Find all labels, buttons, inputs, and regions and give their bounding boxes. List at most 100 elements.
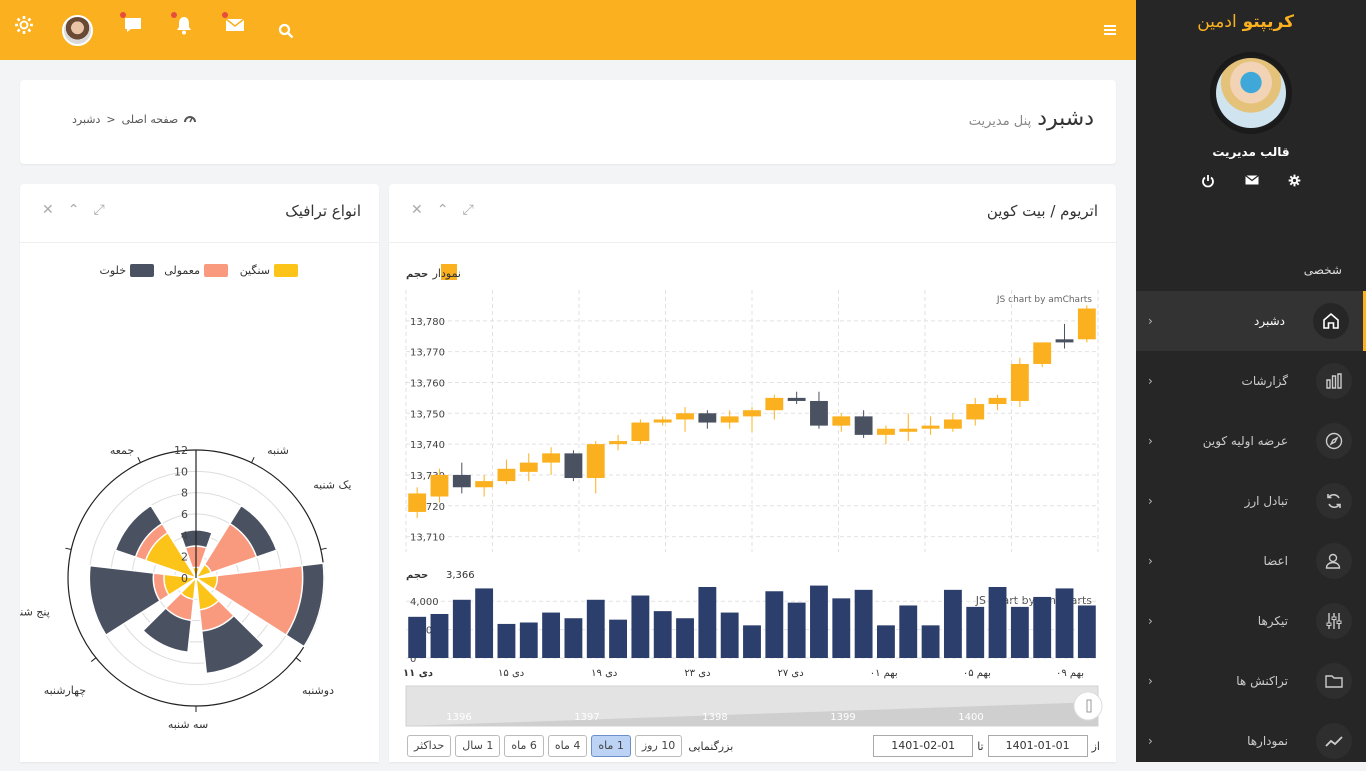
candle-body xyxy=(810,400,828,426)
expand-icon[interactable]: ⤢ xyxy=(93,202,104,218)
radar-tick-label: 0 xyxy=(181,572,188,585)
candle-body xyxy=(787,397,806,401)
volume-label: حجم xyxy=(406,570,428,581)
volume-bar xyxy=(586,599,605,658)
top-bar xyxy=(0,0,1136,60)
sidebar-item-dashboard[interactable]: › دشبرد xyxy=(1136,291,1366,351)
profile-avatar[interactable] xyxy=(1210,52,1292,134)
mail-icon[interactable] xyxy=(222,12,246,36)
breadcrumb-home[interactable]: صفحه اصلی xyxy=(122,113,179,127)
candle-body xyxy=(497,468,516,482)
to-label: تا xyxy=(977,739,984,753)
volume-bar xyxy=(676,618,694,658)
y-tick-label: 13,780 xyxy=(410,317,445,328)
close-icon[interactable]: ✕ xyxy=(42,202,54,218)
gear-icon[interactable] xyxy=(1288,174,1301,192)
brand-logo[interactable]: کریپتو ادمین xyxy=(1197,12,1294,32)
x-tick-label: دی ۱۵ xyxy=(498,668,524,679)
sidebar-item-ico[interactable]: › عرضه اولیه کوین xyxy=(1136,411,1366,471)
collapse-icon[interactable]: ⌃ xyxy=(437,202,449,218)
candle-body xyxy=(653,419,672,423)
legend-label: خلوت xyxy=(100,264,126,277)
candle-body xyxy=(1077,308,1096,340)
radar-tick-label: 12 xyxy=(174,444,188,457)
x-tick-label: دی ۱۹ xyxy=(591,668,617,679)
candle-body xyxy=(877,428,895,435)
chevron-right-icon: › xyxy=(1148,374,1153,388)
sidebar-item-members[interactable]: › اعضا xyxy=(1136,531,1366,591)
zoom-button[interactable]: 10 روز xyxy=(634,735,683,757)
radar-tick-label: 8 xyxy=(181,487,188,500)
chat-icon[interactable] xyxy=(120,12,144,36)
menu-icon[interactable] xyxy=(1099,19,1121,41)
volume-tick-label: 4,000 xyxy=(410,597,439,608)
collapse-icon[interactable]: ⌃ xyxy=(68,202,80,218)
volume-bar xyxy=(765,591,784,658)
zoom-button[interactable]: 6 ماه xyxy=(504,735,544,757)
zoom-button[interactable]: حداکثر xyxy=(407,735,452,757)
expand-icon[interactable]: ⤢ xyxy=(462,202,473,218)
volume-bar xyxy=(408,616,427,658)
chevron-right-icon: › xyxy=(1148,434,1153,448)
mail-icon[interactable] xyxy=(1244,174,1259,192)
gear-icon[interactable] xyxy=(13,14,35,36)
y-tick-label: 13,750 xyxy=(410,409,445,420)
volume-bar xyxy=(1033,596,1052,658)
scrollbar-year: 1398 xyxy=(702,712,727,723)
legend-label: سنگین xyxy=(240,264,270,277)
sidebar: کریپتو ادمین قالب مدیریت شخصی › دشبرد › … xyxy=(1136,0,1366,762)
radar-category-label: یک شنبه xyxy=(313,478,351,491)
zoom-button[interactable]: 1 ماه xyxy=(591,735,631,757)
avatar[interactable] xyxy=(62,15,93,46)
breadcrumb-current: دشبرد xyxy=(72,113,101,126)
close-icon[interactable]: ✕ xyxy=(411,202,423,218)
legend-swatch xyxy=(130,264,154,277)
volume-bar xyxy=(921,625,940,658)
from-label: از xyxy=(1091,739,1100,753)
volume-bar xyxy=(832,598,851,658)
dashboard-icon xyxy=(184,113,197,127)
bell-icon[interactable] xyxy=(171,12,195,36)
notification-dot xyxy=(171,12,177,18)
power-icon[interactable] xyxy=(1201,174,1215,192)
candle-body xyxy=(943,419,962,429)
sidebar-item-reports[interactable]: › گزارشات xyxy=(1136,351,1366,411)
notification-dot xyxy=(222,12,228,18)
volume-bar xyxy=(653,611,672,658)
candle-body xyxy=(921,425,940,429)
radar-category-label: جمعه xyxy=(110,444,134,457)
radar-category-label: سه شنبه xyxy=(168,718,208,731)
card-tools: ✕ ⌃ ⤢ xyxy=(411,202,474,218)
candle-body xyxy=(586,444,605,479)
sidebar-item-exchange[interactable]: › تبادل ارز xyxy=(1136,471,1366,531)
zoom-button[interactable]: 4 ماه xyxy=(547,735,588,757)
legend-label: نمودار xyxy=(432,267,461,280)
volume-value: 3,366 xyxy=(446,570,475,581)
search-icon[interactable] xyxy=(275,20,297,42)
bar-chart-icon xyxy=(1316,363,1352,399)
x-tick-label: بهم ۰۱ xyxy=(870,668,898,679)
volume-bar xyxy=(631,595,650,658)
page-subtitle: پنل مدیریت xyxy=(968,114,1032,129)
sidebar-item-transactions[interactable]: › تراکنش ها xyxy=(1136,651,1366,711)
volume-bar xyxy=(452,599,471,658)
exchange-icon xyxy=(1316,483,1352,519)
candle-body xyxy=(966,404,985,420)
zoom-label: بزرگنمایی xyxy=(688,739,734,753)
radar-tick xyxy=(320,547,327,551)
page-header: دشبردپنل مدیریت دشبرد > صفحه اصلی xyxy=(20,80,1116,164)
volume-bar xyxy=(810,585,828,658)
radar-tick xyxy=(65,547,72,551)
x-tick-label: دی ۲۷ xyxy=(777,668,803,679)
sidebar-item-label: دشبرد xyxy=(1254,314,1285,328)
sidebar-item-label: تیکرها xyxy=(1257,614,1288,628)
candle-body xyxy=(430,474,449,497)
zoom-button[interactable]: 1 سال xyxy=(455,735,501,757)
legend-swatch xyxy=(274,264,298,277)
to-date-input[interactable]: 1401-02-01 xyxy=(873,735,974,757)
sidebar-item-tickers[interactable]: › تیکرها xyxy=(1136,591,1366,651)
sidebar-item-label: تبادل ارز xyxy=(1244,494,1288,508)
sidebar-item-label: گزارشات xyxy=(1241,374,1288,388)
sidebar-item-charts[interactable]: › نمودارها xyxy=(1136,711,1366,771)
from-date-input[interactable]: 1401-01-01 xyxy=(987,735,1088,757)
